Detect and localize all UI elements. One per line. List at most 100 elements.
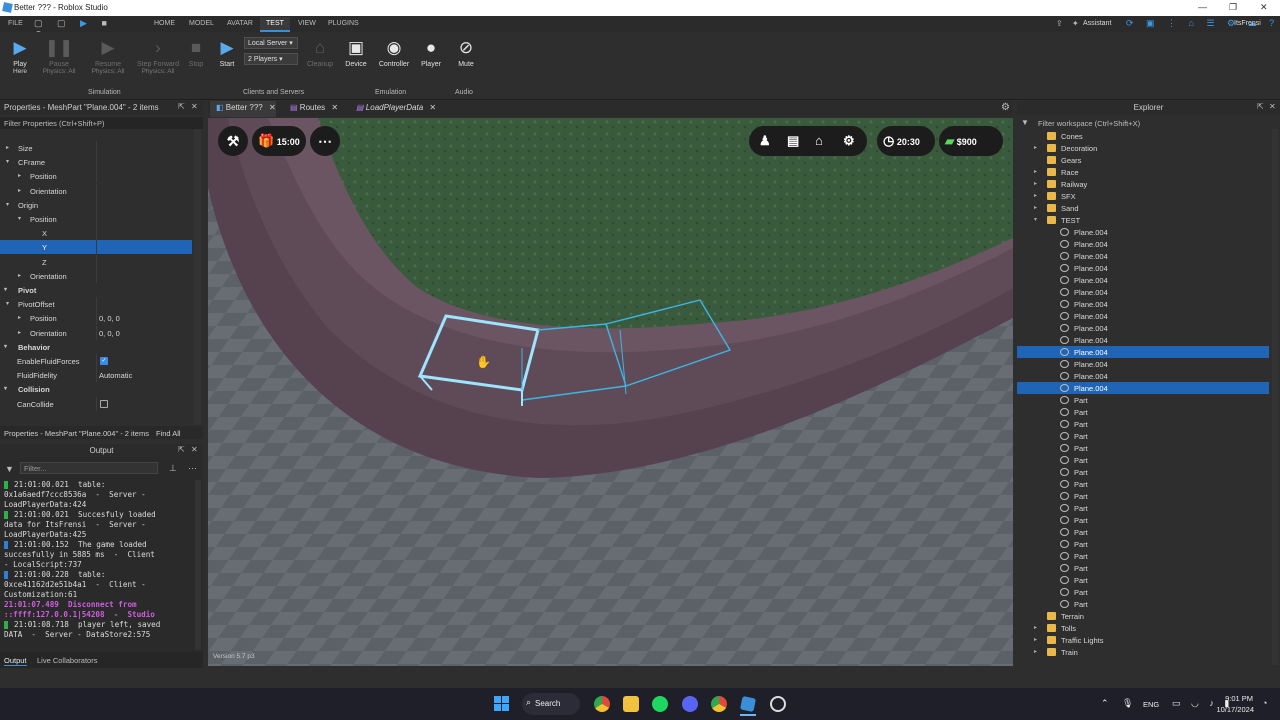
tab-plugins[interactable]: PLUGINS bbox=[328, 20, 359, 27]
explorer-item[interactable]: Plane.004 bbox=[1017, 346, 1269, 358]
property-row[interactable]: ▾ Behavior bbox=[0, 340, 192, 354]
file-explorer-icon[interactable] bbox=[623, 696, 639, 712]
property-row[interactable]: Y bbox=[0, 240, 192, 255]
settings-icon[interactable]: ⚙ bbox=[843, 133, 855, 149]
explorer-item[interactable]: Cones bbox=[1017, 130, 1269, 142]
explorer-item[interactable]: Part bbox=[1017, 586, 1269, 598]
property-row[interactable]: EnableFluidForces ✓ bbox=[0, 354, 192, 368]
property-row[interactable]: Z bbox=[0, 254, 192, 269]
3d-viewport[interactable]: ✋ ⚒ 🎁 15:00 ⋯ ♟ ▤ ⌂ ⚙ ◷ 20:30 ▰ $900 Ver… bbox=[208, 118, 1013, 666]
expand-arrow-icon[interactable]: ▾ bbox=[4, 385, 7, 392]
start-button[interactable]: ▶ Start bbox=[207, 38, 247, 68]
minimize-icon[interactable]: — bbox=[1198, 2, 1207, 12]
expand-arrow-icon[interactable]: ▸ bbox=[1034, 624, 1037, 631]
expand-arrow-icon[interactable]: ▸ bbox=[18, 314, 21, 321]
step-forward-button[interactable]: › Step Forward Physics: All bbox=[134, 38, 182, 75]
explorer-item[interactable]: Part bbox=[1017, 490, 1269, 502]
explorer-item[interactable]: Gears bbox=[1017, 154, 1269, 166]
expand-arrow-icon[interactable]: ▸ bbox=[1034, 648, 1037, 655]
property-row[interactable]: ▾ Pivot bbox=[0, 283, 192, 297]
explorer-item[interactable]: ▸ Race bbox=[1017, 166, 1269, 178]
explorer-filter-input[interactable]: Filter workspace (Ctrl+Shift+X) bbox=[1037, 117, 1273, 129]
property-row[interactable]: ▾ Origin bbox=[0, 197, 192, 212]
explorer-item[interactable]: Part bbox=[1017, 574, 1269, 586]
close-window-icon[interactable]: ✕ bbox=[1260, 2, 1268, 13]
close-tab-icon[interactable]: ✕ bbox=[269, 103, 276, 112]
device-button[interactable]: ▣ Device bbox=[336, 38, 376, 68]
property-row[interactable]: ▾ Collision bbox=[0, 382, 192, 396]
expand-arrow-icon[interactable]: ▾ bbox=[1034, 216, 1037, 223]
explorer-item[interactable]: Plane.004 bbox=[1017, 382, 1269, 394]
expand-arrow-icon[interactable]: ▾ bbox=[6, 201, 9, 208]
find-all-button[interactable]: Find All bbox=[156, 429, 181, 438]
tab-better[interactable]: ◧ Better ??? ✕ bbox=[216, 103, 276, 112]
explorer-item[interactable]: Part bbox=[1017, 562, 1269, 574]
close-tab-icon[interactable]: ✕ bbox=[331, 103, 338, 112]
explorer-item[interactable]: Plane.004 bbox=[1017, 310, 1269, 322]
expand-arrow-icon[interactable]: ▾ bbox=[18, 215, 21, 222]
explorer-item[interactable]: Part bbox=[1017, 538, 1269, 550]
tray-overflow-icon[interactable]: ⌃ bbox=[1101, 698, 1109, 709]
property-row[interactable]: X bbox=[0, 226, 192, 241]
explorer-item[interactable]: ▸ Train bbox=[1017, 646, 1269, 658]
explorer-item[interactable]: ▸ Decoration bbox=[1017, 142, 1269, 154]
clear-output-icon[interactable]: ⊥ bbox=[169, 463, 177, 474]
tool-icon[interactable]: ⚒ bbox=[218, 126, 248, 156]
expand-arrow-icon[interactable]: ▸ bbox=[18, 329, 21, 336]
windows-start-icon[interactable] bbox=[494, 696, 510, 712]
explorer-item[interactable]: Part bbox=[1017, 598, 1269, 610]
output-more-icon[interactable]: ⋯ bbox=[188, 463, 197, 474]
pause-button[interactable]: ❚❚ Pause Physics: All bbox=[39, 38, 79, 75]
explorer-item[interactable]: ▾ TEST bbox=[1017, 214, 1269, 226]
explorer-item[interactable]: Plane.004 bbox=[1017, 334, 1269, 346]
explorer-item[interactable]: Part bbox=[1017, 406, 1269, 418]
expand-arrow-icon[interactable]: ▾ bbox=[6, 158, 9, 165]
property-row[interactable]: ▸ Orientation 0, 0, 0 bbox=[0, 325, 192, 340]
explorer-item[interactable]: Part bbox=[1017, 466, 1269, 478]
play-button[interactable]: ▶ Play Here bbox=[0, 38, 40, 75]
explorer-item[interactable]: Part bbox=[1017, 502, 1269, 514]
mute-button[interactable]: ⊘ Mute bbox=[446, 38, 486, 68]
resume-button[interactable]: ▶ Resume Physics: All bbox=[88, 38, 128, 75]
tab-model[interactable]: MODEL bbox=[189, 20, 214, 27]
expand-arrow-icon[interactable]: ▸ bbox=[1034, 168, 1037, 175]
expand-arrow-icon[interactable]: ▸ bbox=[18, 187, 21, 194]
player-button[interactable]: ● Player bbox=[411, 38, 451, 68]
file-menu[interactable]: FILE bbox=[8, 20, 23, 27]
tab-live-collaborators[interactable]: Live Collaborators bbox=[37, 656, 97, 665]
shop-icon[interactable]: ▤ bbox=[787, 133, 799, 149]
assistant-button[interactable]: Assistant bbox=[1083, 20, 1111, 27]
explorer-item[interactable]: Part bbox=[1017, 478, 1269, 490]
expand-arrow-icon[interactable]: ▸ bbox=[1034, 180, 1037, 187]
share-icon[interactable]: ⇪ bbox=[1056, 19, 1063, 28]
explorer-item[interactable]: Part bbox=[1017, 514, 1269, 526]
explorer-item[interactable]: Part bbox=[1017, 550, 1269, 562]
tab-output[interactable]: Output bbox=[4, 656, 27, 666]
explorer-item[interactable]: Plane.004 bbox=[1017, 286, 1269, 298]
explorer-item[interactable]: Terrain bbox=[1017, 610, 1269, 622]
property-row[interactable]: ▸ Orientation bbox=[0, 183, 192, 198]
property-checkbox[interactable]: ✓ bbox=[100, 357, 108, 365]
properties-popout-icon[interactable]: ⇱ bbox=[178, 102, 185, 111]
output-filter-input[interactable]: Filter... bbox=[20, 462, 158, 474]
clock-time[interactable]: 9:01 PM bbox=[1221, 694, 1253, 703]
explorer-item[interactable]: Plane.004 bbox=[1017, 358, 1269, 370]
expand-arrow-icon[interactable]: ▸ bbox=[6, 144, 9, 151]
explorer-item[interactable]: Plane.004 bbox=[1017, 370, 1269, 382]
tab-loadplayerdata[interactable]: ▤ LoadPlayerData ✕ bbox=[356, 103, 436, 112]
explorer-item[interactable]: Part bbox=[1017, 526, 1269, 538]
explorer-item[interactable]: ▸ Traffic Lights bbox=[1017, 634, 1269, 646]
tab-routes[interactable]: ▤ Routes ✕ bbox=[290, 103, 338, 112]
explorer-item[interactable]: Part bbox=[1017, 394, 1269, 406]
explorer-close-icon[interactable]: ✕ bbox=[1269, 102, 1276, 111]
property-row[interactable]: ▸ Position 0, 0, 0 bbox=[0, 311, 192, 326]
maximize-icon[interactable]: ❐ bbox=[1229, 2, 1237, 13]
explorer-item[interactable]: Plane.004 bbox=[1017, 226, 1269, 238]
players-dropdown[interactable]: 2 Players ▾ bbox=[244, 53, 298, 65]
explorer-item[interactable]: Part bbox=[1017, 442, 1269, 454]
roblox-studio-taskbar-icon[interactable] bbox=[739, 695, 757, 713]
explorer-item[interactable]: Plane.004 bbox=[1017, 250, 1269, 262]
filter-icon[interactable]: ▼ bbox=[5, 464, 14, 474]
output-close-icon[interactable]: ✕ bbox=[191, 445, 198, 454]
property-row[interactable]: ▸ Position bbox=[0, 169, 192, 184]
